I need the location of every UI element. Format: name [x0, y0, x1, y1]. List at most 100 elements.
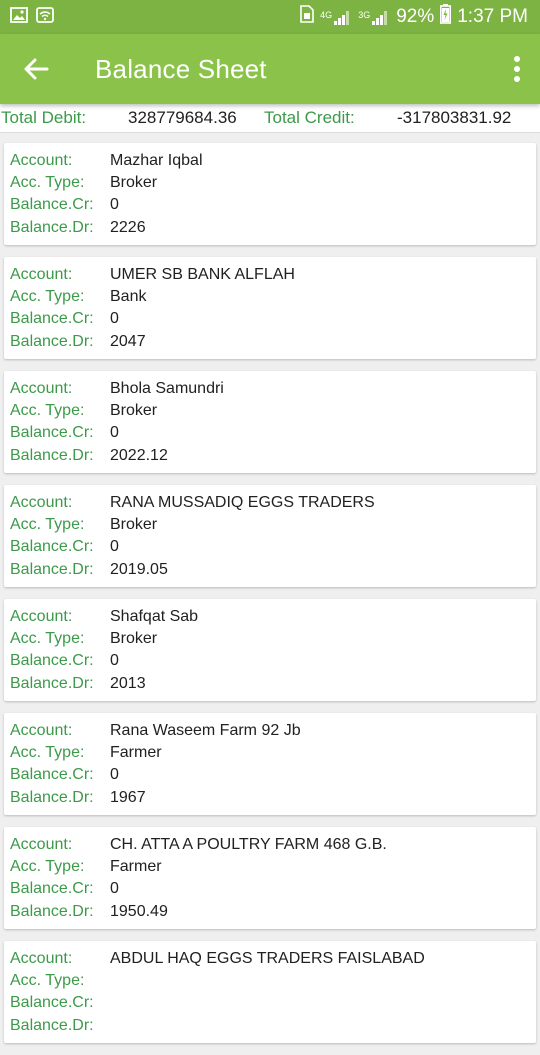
balance-cr-value: 0	[110, 880, 119, 897]
account-name-row: Account: UMER SB BANK ALFLAH	[10, 264, 530, 286]
account-type-row: Acc. Type: Farmer	[10, 856, 530, 878]
account-type-label: Acc. Type:	[10, 174, 85, 191]
account-name-label: Account:	[10, 722, 73, 739]
account-card[interactable]: Account: Mazhar Iqbal Acc. Type: Broker Bala…	[4, 143, 536, 245]
account-card[interactable]: Account: Rana Waseem Farm 92 Jb Acc. Type:…	[4, 713, 536, 815]
account-type-value: Broker	[110, 174, 158, 191]
balance-cr-row: Balance.Cr: 0	[10, 308, 530, 330]
balance-dr-label: Balance.Dr:	[10, 561, 94, 578]
wifi-notification-icon	[36, 7, 54, 28]
account-type-label: Acc. Type:	[10, 858, 85, 875]
total-credit-value: -317803831.92	[397, 108, 512, 127]
account-type-label: Acc. Type:	[10, 288, 85, 305]
clock: 1:37 PM	[457, 6, 528, 27]
account-card[interactable]: Account: ABDUL HAQ EGGS TRADERS FAISLABAD…	[4, 941, 536, 1043]
account-name-row: Account: Bhola Samundri	[10, 378, 530, 400]
account-name-row: Account: Rana Waseem Farm 92 Jb	[10, 720, 530, 742]
account-card[interactable]: Account: UMER SB BANK ALFLAH Acc. Type: Ban…	[4, 257, 536, 359]
balance-cr-row: Balance.Cr:	[10, 992, 530, 1014]
account-name-value: Shafqat Sab	[110, 608, 199, 625]
balance-cr-label: Balance.Cr:	[10, 424, 94, 441]
balance-dr-row: Balance.Dr: 1967	[10, 787, 530, 809]
network-3g-label: 3G	[358, 10, 371, 20]
balance-dr-value: 2022.12	[110, 447, 168, 464]
account-name-value: UMER SB BANK ALFLAH	[110, 266, 295, 283]
account-type-row: Acc. Type:	[10, 970, 530, 992]
overflow-menu-button[interactable]	[512, 56, 522, 82]
account-name-value: RANA MUSSADIQ EGGS TRADERS	[110, 494, 375, 511]
balance-cr-value: 0	[110, 196, 119, 213]
image-notification-icon	[10, 7, 28, 28]
account-type-row: Acc. Type: Farmer	[10, 742, 530, 764]
balance-dr-label: Balance.Dr:	[10, 447, 94, 464]
account-name-row: Account: ABDUL HAQ EGGS TRADERS FAISLABAD	[10, 948, 530, 970]
balance-dr-value: 2047	[110, 333, 146, 350]
account-name-row: Account: RANA MUSSADIQ EGGS TRADERS	[10, 492, 530, 514]
account-name-label: Account:	[10, 608, 73, 625]
signal-4g: 4G	[320, 9, 352, 25]
account-type-label: Acc. Type:	[10, 402, 85, 419]
account-type-label: Acc. Type:	[10, 516, 85, 533]
back-button[interactable]	[22, 55, 50, 83]
balance-dr-label: Balance.Dr:	[10, 903, 94, 920]
total-debit-value: 328779684.36	[128, 108, 237, 127]
balance-cr-label: Balance.Cr:	[10, 196, 94, 213]
account-name-value: CH. ATTA A POULTRY FARM 468 G.B.	[110, 836, 387, 853]
balance-dr-value: 2019.05	[110, 561, 168, 578]
balance-dr-label: Balance.Dr:	[10, 789, 94, 806]
balance-cr-label: Balance.Cr:	[10, 310, 94, 327]
account-type-row: Acc. Type: Broker	[10, 400, 530, 422]
balance-dr-label: Balance.Dr:	[10, 333, 94, 350]
balance-dr-row: Balance.Dr: 1950.49	[10, 901, 530, 923]
account-type-value: Bank	[110, 288, 147, 305]
balance-cr-row: Balance.Cr: 0	[10, 422, 530, 444]
account-type-label: Acc. Type:	[10, 630, 85, 647]
account-card[interactable]: Account: Bhola Samundri Acc. Type: Broker Ba…	[4, 371, 536, 473]
account-card[interactable]: Account: Shafqat Sab Acc. Type: Broker Balan…	[4, 599, 536, 701]
signal-3g: 3G	[358, 9, 390, 25]
account-name-value: Mazhar Iqbal	[110, 152, 203, 169]
balance-dr-value: 1967	[110, 789, 146, 806]
account-name-value: Rana Waseem Farm 92 Jb	[110, 722, 301, 739]
account-name-label: Account:	[10, 494, 73, 511]
balance-cr-row: Balance.Cr: 0	[10, 194, 530, 216]
balance-cr-label: Balance.Cr:	[10, 652, 94, 669]
balance-dr-label: Balance.Dr:	[10, 675, 94, 692]
total-credit-label: Total Credit:	[264, 108, 355, 127]
balance-cr-label: Balance.Cr:	[10, 880, 94, 897]
account-list[interactable]: Account: Mazhar Iqbal Acc. Type: Broker Bala…	[4, 143, 536, 1055]
balance-dr-row: Balance.Dr: 2013	[10, 673, 530, 695]
account-type-value: Broker	[110, 402, 158, 419]
account-name-label: Account:	[10, 950, 73, 967]
account-name-label: Account:	[10, 266, 73, 283]
account-type-label: Acc. Type:	[10, 744, 85, 761]
balance-dr-row: Balance.Dr: 2047	[10, 331, 530, 353]
balance-dr-row: Balance.Dr: 2019.05	[10, 559, 530, 581]
balance-dr-label: Balance.Dr:	[10, 219, 94, 236]
account-type-label: Acc. Type:	[10, 972, 85, 989]
account-name-label: Account:	[10, 152, 73, 169]
sim-card-icon	[300, 5, 314, 29]
account-name-label: Account:	[10, 836, 73, 853]
account-card[interactable]: Account: RANA MUSSADIQ EGGS TRADERS Acc. T…	[4, 485, 536, 587]
account-type-row: Acc. Type: Broker	[10, 172, 530, 194]
account-type-value: Farmer	[110, 858, 162, 875]
balance-cr-row: Balance.Cr: 0	[10, 536, 530, 558]
balance-dr-label: Balance.Dr:	[10, 1017, 94, 1034]
account-card[interactable]: Account: CH. ATTA A POULTRY FARM 468 G.B.…	[4, 827, 536, 929]
account-name-row: Account: Shafqat Sab	[10, 606, 530, 628]
balance-cr-row: Balance.Cr: 0	[10, 650, 530, 672]
account-type-row: Acc. Type: Bank	[10, 286, 530, 308]
account-type-row: Acc. Type: Broker	[10, 628, 530, 650]
balance-cr-value: 0	[110, 652, 119, 669]
account-name-row: Account: CH. ATTA A POULTRY FARM 468 G.B.	[10, 834, 530, 856]
balance-dr-row: Balance.Dr: 2022.12	[10, 445, 530, 467]
account-name-value: ABDUL HAQ EGGS TRADERS FAISLABAD	[110, 950, 425, 967]
balance-cr-row: Balance.Cr: 0	[10, 764, 530, 786]
balance-cr-value: 0	[110, 766, 119, 783]
total-debit-label: Total Debit:	[1, 108, 87, 127]
signal-bars-icon	[372, 11, 388, 25]
network-4g-label: 4G	[320, 10, 333, 20]
balance-cr-value: 0	[110, 538, 119, 555]
totals-bar: Total Debit: 328779684.36 Total Credit: …	[0, 104, 540, 133]
